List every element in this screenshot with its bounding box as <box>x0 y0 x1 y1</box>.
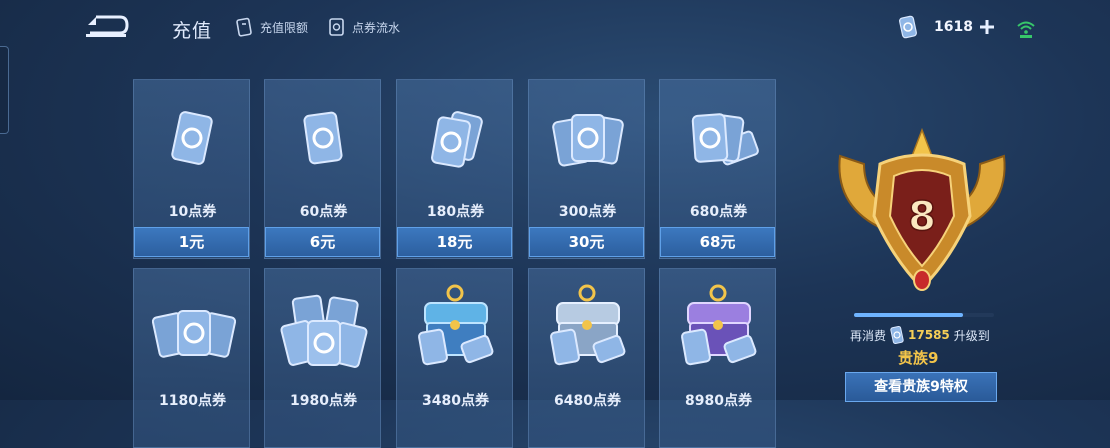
top-bar: 充值 充值限额 点券流水 1618 <box>0 0 1110 60</box>
spend-suffix: 升级到 <box>953 328 990 343</box>
voucher-amount: 180点券 <box>426 204 485 220</box>
badge-level-text: 8 <box>908 194 936 240</box>
triple-card-art <box>691 113 759 166</box>
product-card[interactable]: 6480点券 <box>528 268 645 448</box>
noble-progress-bar <box>854 313 994 317</box>
wifi-signal-icon <box>1017 21 1035 38</box>
voucher-amount: 3480点券 <box>422 393 489 409</box>
next-noble-level: 贵族9 <box>898 349 939 367</box>
voucher-icon <box>890 326 904 344</box>
spend-prefix: 再消费 <box>850 328 887 343</box>
product-card[interactable]: 680点券 68元 <box>659 79 776 259</box>
blue-chest-art <box>418 284 494 366</box>
spend-amount: 17585 <box>908 328 950 342</box>
noble-progress-fill <box>854 313 964 317</box>
voucher-amount: 10点券 <box>168 204 217 220</box>
voucher-limit-icon <box>236 17 252 37</box>
silver-chest-art <box>550 284 626 366</box>
voucher-icon <box>899 15 917 39</box>
voucher-amount: 1980点券 <box>290 393 357 409</box>
price-button[interactable]: 68元 <box>660 227 775 257</box>
triple-card-art <box>552 114 624 167</box>
voucher-amount: 680点券 <box>689 204 748 220</box>
product-card[interactable]: 8980点券 <box>659 268 776 448</box>
voucher-balance: 1618 <box>898 15 995 39</box>
view-privileges-button[interactable]: 查看贵族9特权 <box>845 372 997 402</box>
noble-badge-emblem: 8 <box>838 127 1006 291</box>
product-card[interactable]: 60点券 6元 <box>264 79 381 259</box>
price-button[interactable]: 1元 <box>134 227 249 257</box>
product-card[interactable]: 1180点券 <box>133 268 250 448</box>
product-card[interactable]: 300点券 30元 <box>528 79 645 259</box>
double-card-art <box>431 111 483 168</box>
back-arrow-icon <box>86 15 129 37</box>
voucher-amount: 60点券 <box>299 204 348 220</box>
purple-chest-art <box>681 284 757 366</box>
voucher-amount: 300点券 <box>558 204 617 220</box>
voucher-amount: 8980点券 <box>685 393 752 409</box>
product-card[interactable]: 10点券 1元 <box>133 79 250 259</box>
recharge-limit-link[interactable]: 充值限额 <box>236 17 308 37</box>
voucher-amount: 1180点券 <box>159 393 226 409</box>
plus-icon[interactable] <box>979 19 995 35</box>
card-pile-art <box>280 294 368 368</box>
voucher-flow-icon <box>329 18 344 36</box>
voucher-amount: 6480点券 <box>554 393 621 409</box>
price-button[interactable]: 6元 <box>265 227 380 257</box>
page-title: 充值 <box>172 20 213 42</box>
price-button[interactable]: 30元 <box>529 227 644 257</box>
product-card[interactable]: 3480点券 <box>396 268 513 448</box>
single-card-art <box>171 111 213 165</box>
product-card[interactable]: 180点券 18元 <box>396 79 513 259</box>
back-button[interactable] <box>82 14 130 40</box>
price-button[interactable]: 18元 <box>397 227 512 257</box>
voucher-flow-label: 点券流水 <box>352 20 401 35</box>
voucher-flow-link[interactable]: 点券流水 <box>328 17 400 37</box>
card-stack-art <box>151 310 237 358</box>
balance-amount: 1618 <box>934 19 973 35</box>
side-drawer-handle[interactable] <box>0 46 9 134</box>
single-card-art <box>303 111 343 165</box>
recharge-limit-label: 充值限额 <box>260 20 309 35</box>
spend-info: 再消费 17585 升级到 <box>850 326 990 344</box>
product-card[interactable]: 1980点券 <box>264 268 381 448</box>
